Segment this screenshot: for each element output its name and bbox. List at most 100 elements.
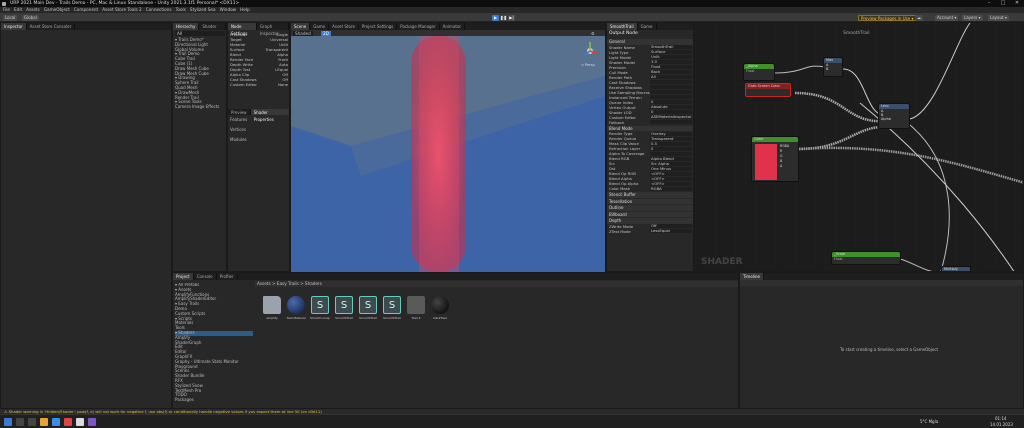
visual-studio-icon[interactable] [88,418,96,426]
edge-browser-icon[interactable] [52,418,60,426]
project-breadcrumb[interactable]: Assets > Easy Trails > Shaders [255,281,738,287]
property-value[interactable]: <OFF> [650,171,692,176]
node-color[interactable]: Color RGBA R G B A [751,136,799,182]
tab-profiler[interactable]: Profiler [217,273,238,280]
tab-hierarchy[interactable]: Hierarchy [173,23,200,30]
property-value[interactable]: One Minus [650,166,692,171]
minimize-icon[interactable]: – [982,0,996,7]
asset-item[interactable]: Amplify [262,296,282,320]
tab-console[interactable]: Console [194,273,217,280]
property-value[interactable] [650,90,692,94]
property-value[interactable]: Transparent [650,136,692,141]
tab-game-2[interactable]: Game [638,23,657,30]
gi-section-modules[interactable]: Modules [230,137,247,143]
asset-item[interactable]: S SmoothTrail [334,296,354,320]
close-icon[interactable]: ✕ [1010,0,1024,7]
layout-dropdown[interactable]: Layout ▾ [988,14,1009,21]
tab-game[interactable]: Game [310,23,330,30]
asset-item[interactable]: S Smooth Graph [310,296,330,320]
gi-section-features[interactable]: Features [230,117,247,123]
property-value[interactable]: LessEqual [650,229,692,233]
property-value[interactable]: Back [650,70,692,74]
tab-node-settings[interactable]: Node Settings [228,23,257,36]
toggle-2d-button[interactable]: 2D [321,30,331,36]
node-grab-screen-color[interactable]: Grab Screen Color [745,83,791,97]
play-icon[interactable]: ▶ [492,14,499,21]
asset-label: Amplify [266,316,278,320]
shading-mode-dropdown[interactable]: Shaded [293,30,313,36]
asset-item[interactable]: S SmoothTrail [358,296,378,320]
tab-project[interactable]: Project [173,273,194,280]
project-folder-item[interactable]: Packages [175,397,253,403]
tab-smoothtrail[interactable]: SmoothTrail [607,23,638,30]
tab-asset-store-consoler[interactable]: Asset Store Consoler [27,23,76,30]
scene-viewport[interactable]: < Persp [291,36,605,272]
orientation-gizmo-icon[interactable] [579,40,601,62]
tab-asset-store[interactable]: Asset Store [329,23,359,30]
tab-graph-inspector[interactable]: Graph Inspector [257,23,289,36]
asset-item[interactable]: DarkTrail [430,296,450,320]
tab-inspector[interactable]: Inspector [1,23,27,30]
collab-icon[interactable]: ☁ [915,14,923,21]
unity-taskbar-icon[interactable] [76,418,84,426]
property-label: ZTest Mode [609,228,631,234]
tab-scene[interactable]: Scene [291,23,311,30]
pivot-local-button[interactable]: Local [3,14,18,21]
asset-item[interactable]: Trail 2 [406,296,426,320]
property-value[interactable]: RGBA [650,186,692,191]
persp-label[interactable]: < Persp [581,63,595,67]
tab-project-settings[interactable]: Project Settings [359,23,398,30]
hierarchy-item[interactable]: Camera Image Effects [175,104,219,110]
node-scale[interactable]: _Scale Float [831,251,901,265]
tab-timeline[interactable]: Timeline [740,273,765,280]
property-value[interactable]: <OFF> [650,176,692,181]
graph-grid [695,23,1023,271]
tab-shader-properties[interactable]: Shader Properties [250,109,290,122]
output-section-header[interactable]: Stencil Buffer [607,192,693,198]
color-swatch[interactable] [755,144,777,180]
node-graph-panel[interactable]: SmoothTrail SHADER _Alpha Float Max A B … [694,22,1024,272]
property-value[interactable]: Src Alpha [650,161,692,166]
property-value[interactable] [650,120,692,124]
property-value[interactable]: 0 [650,146,692,151]
output-section-header[interactable]: Tessellation [607,198,693,204]
pivot-global-button[interactable]: Global [22,14,39,21]
start-icon[interactable] [4,418,12,426]
tab-animator[interactable]: Animator [440,23,466,30]
tab-shader-graph[interactable]: Shader Graph [199,23,226,36]
property-value[interactable] [650,151,692,156]
output-property-row: Fallback [607,120,693,125]
task-view-icon[interactable] [28,418,36,426]
step-icon[interactable]: ▶| [508,14,515,21]
property-value[interactable]: <OFF> [650,181,692,186]
property-value[interactable]: Alpha Blend [650,156,692,161]
preview-packages-badge[interactable]: Preview Packages in Use ▾ [858,14,917,21]
asset-item[interactable]: Trail Material [286,296,306,320]
property-value[interactable]: All [650,75,692,79]
search-icon[interactable] [16,418,24,426]
layers-dropdown[interactable]: Layers ▾ [962,14,983,21]
maximize-icon[interactable]: □ [996,0,1010,7]
tab-preview[interactable]: Preview [228,109,251,115]
asset-item[interactable]: S SmoothTrail [382,296,402,320]
tab-package-manager[interactable]: Package Manager [397,23,440,30]
file-explorer-icon[interactable] [40,418,48,426]
account-dropdown[interactable]: Account ▾ [935,14,959,21]
app-icon[interactable] [64,418,72,426]
output-section-header[interactable]: Outline [607,205,693,211]
property-value[interactable] [650,95,692,99]
property-value[interactable]: ASEMaterialInspector [650,115,692,119]
property-value[interactable]: 0.5 [650,141,692,146]
property-value[interactable]: Absolute [650,105,692,109]
gi-section-vertices[interactable]: Vertices [230,127,247,133]
property-value[interactable] [650,85,692,89]
gizmos-icon[interactable]: ⚙ [591,31,595,36]
output-section-header[interactable]: Billboard [607,211,693,217]
property-value[interactable] [650,80,692,84]
node-alpha[interactable]: _Alpha Float [743,63,775,81]
node-max[interactable]: Max A B [823,57,843,77]
pause-icon[interactable]: ❚❚ [500,14,507,21]
property-value[interactable]: Overlay [650,131,692,136]
hierarchy-search[interactable]: All [175,31,225,36]
node-lerp[interactable]: Lerp A B Alpha [878,103,910,129]
